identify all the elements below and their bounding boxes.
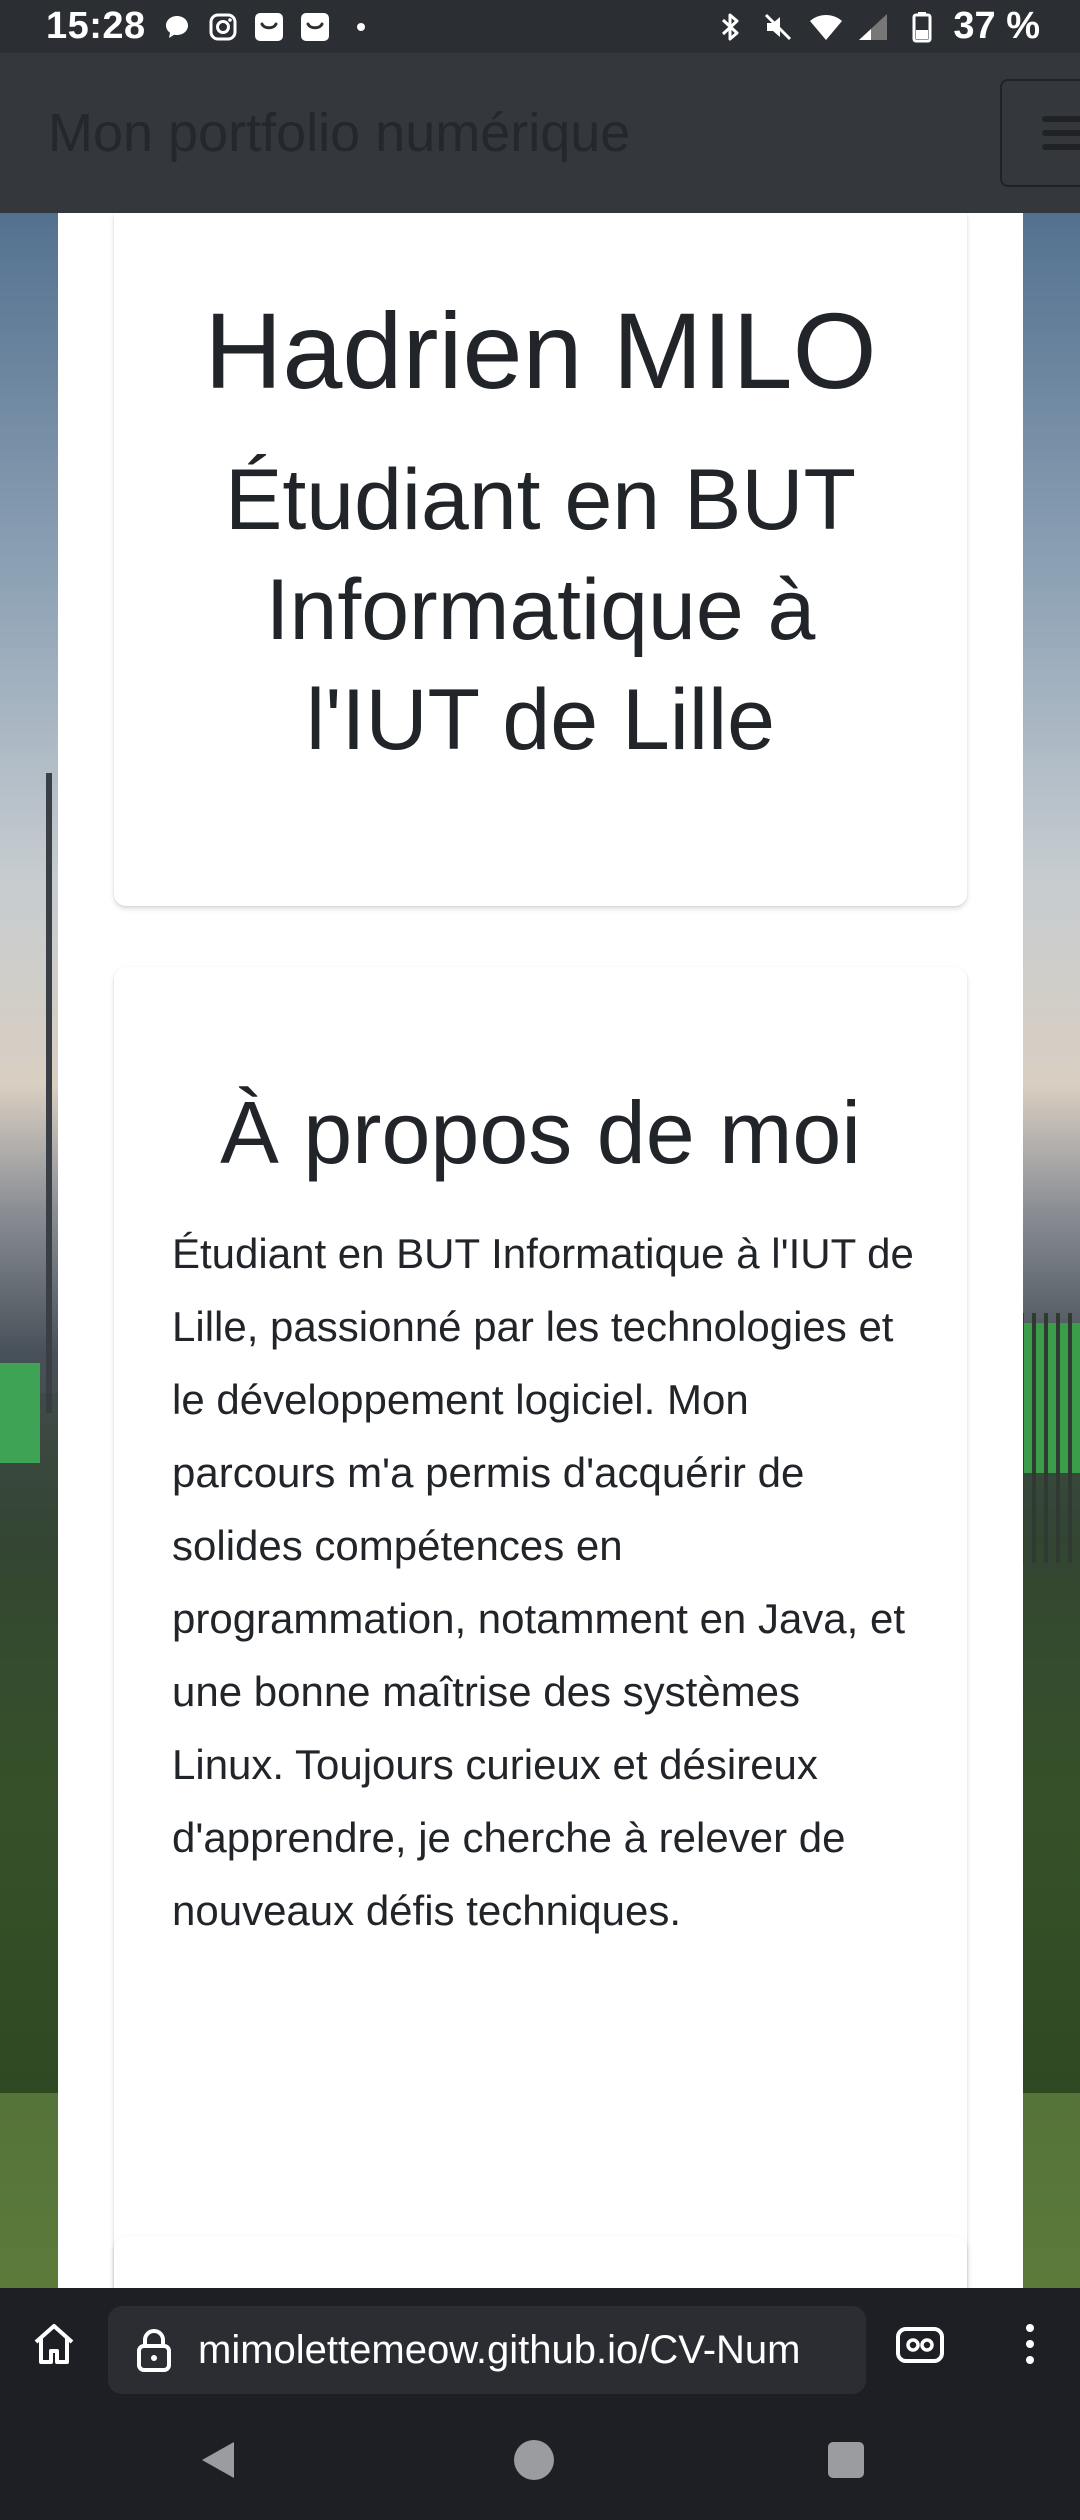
browser-toolbar: mimolettemeow.github.io/CV-Num: [0, 2288, 1080, 2400]
status-time: 15:28: [46, 5, 146, 47]
reader-mode-button[interactable]: [890, 2320, 950, 2370]
app-notification-icon: [252, 10, 286, 44]
back-icon[interactable]: [200, 2440, 236, 2485]
wifi-icon: [809, 10, 843, 44]
url-text[interactable]: mimolettemeow.github.io/CV-Num: [198, 2328, 800, 2373]
home-icon: [34, 2324, 74, 2364]
status-bar: 15:28 37 %: [0, 0, 1080, 53]
system-navigation-bar: [0, 2400, 1080, 2520]
lock-icon: [132, 2324, 176, 2376]
app-notification-icon: [298, 10, 332, 44]
battery-icon: [905, 10, 939, 44]
site-title[interactable]: Mon portfolio numérique: [48, 102, 630, 164]
site-navbar: Mon portfolio numérique: [0, 53, 1080, 213]
background-pole: [46, 773, 52, 1413]
browser-home-button[interactable]: [26, 2316, 82, 2372]
more-options-button[interactable]: [1000, 2312, 1060, 2376]
battery-percent: 37 %: [953, 5, 1040, 47]
background-fence: [1020, 1313, 1080, 1563]
hamburger-icon: [1042, 108, 1080, 158]
main-content: Hadrien MILO Étudiant en BUT Informatiqu…: [58, 213, 1023, 2436]
instagram-icon: [206, 10, 240, 44]
about-card: À propos de moi Étudiant en BUT Informat…: [114, 967, 967, 2390]
mute-icon: [761, 10, 795, 44]
about-title: À propos de moi: [220, 1083, 861, 1182]
background-sign: [0, 1363, 40, 1463]
url-bar[interactable]: mimolettemeow.github.io/CV-Num: [108, 2306, 866, 2394]
hero-name: Hadrien MILO: [204, 290, 877, 411]
bluetooth-icon: [713, 10, 747, 44]
about-text: Étudiant en BUT Informatique à l'IUT de …: [172, 1230, 914, 1934]
chat-bubble-icon: [160, 10, 194, 44]
hero-subtitle: Étudiant en BUT Informatique à l'IUT de …: [224, 452, 857, 768]
signal-icon: [857, 10, 891, 44]
home-circle-icon[interactable]: [514, 2440, 554, 2480]
menu-toggle-button[interactable]: [1000, 79, 1080, 187]
more-vert-icon: [1026, 2324, 1034, 2332]
dot-icon: [344, 10, 378, 44]
reader-mode-icon: [896, 2327, 944, 2363]
notification-icons: [160, 10, 378, 44]
recents-icon[interactable]: [828, 2442, 864, 2478]
system-icons: 37 %: [713, 5, 1040, 48]
hero-card: Hadrien MILO Étudiant en BUT Informatiqu…: [114, 213, 967, 906]
